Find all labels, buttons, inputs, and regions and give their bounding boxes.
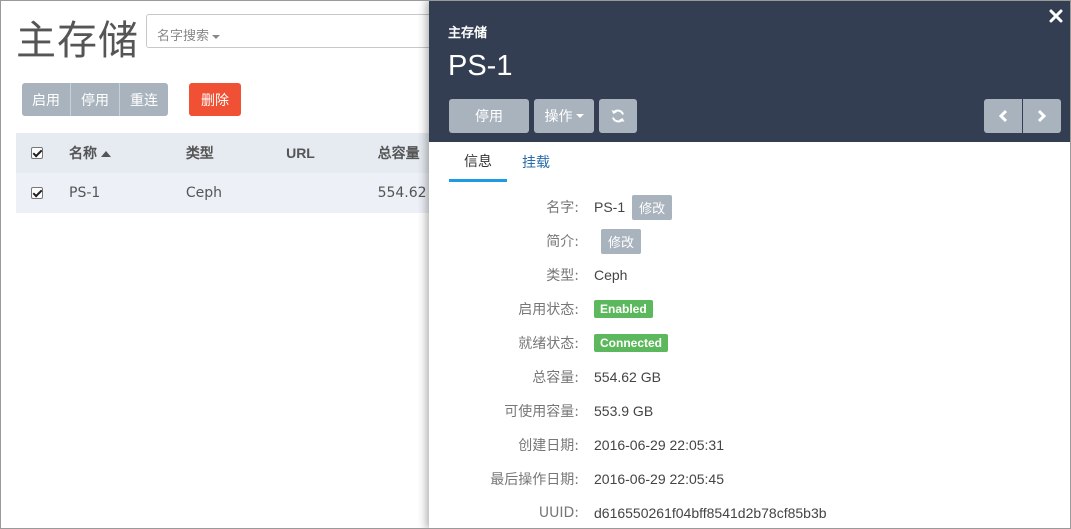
field-value: PS-1 修改 bbox=[594, 194, 673, 220]
edit-description-button[interactable]: 修改 bbox=[601, 228, 642, 254]
column-header-url[interactable]: URL bbox=[286, 145, 378, 161]
field-uuid: UUID: d616550261f04bff8541d2b78cf85b3b bbox=[429, 496, 1071, 529]
operations-dropdown-button[interactable]: 操作 bbox=[534, 99, 594, 133]
operations-label: 操作 bbox=[544, 109, 573, 125]
tab-attachment[interactable]: 挂载 bbox=[507, 142, 565, 182]
field-label: 创建日期: bbox=[518, 438, 579, 454]
field-description: 简介: 修改 bbox=[429, 224, 1071, 258]
field-label: 可使用容量: bbox=[504, 404, 579, 420]
cell-name[interactable]: PS-1 bbox=[69, 185, 186, 201]
field-available-capacity: 可使用容量: 553.9 GB bbox=[429, 394, 1071, 428]
close-icon[interactable] bbox=[1049, 6, 1063, 29]
field-last-op-date: 最后操作日期: 2016-06-29 22:05:45 bbox=[429, 462, 1071, 496]
table-header: 名称 类型 URL 总容量 bbox=[16, 133, 436, 173]
edit-name-button[interactable]: 修改 bbox=[632, 194, 673, 220]
field-state: 启用状态: Enabled bbox=[429, 292, 1071, 326]
page-title: 主存储 bbox=[16, 18, 139, 64]
create-date-value: 2016-06-29 22:05:31 bbox=[594, 437, 724, 453]
detail-panel-header: 主存储 PS-1 停用 操作 bbox=[429, 0, 1071, 142]
next-button[interactable] bbox=[1023, 99, 1061, 133]
column-header-name[interactable]: 名称 bbox=[69, 143, 186, 163]
field-value: Connected bbox=[594, 334, 669, 352]
previous-button[interactable] bbox=[984, 99, 1022, 133]
field-label: 类型: bbox=[546, 268, 579, 284]
field-type: 类型: Ceph bbox=[429, 258, 1071, 292]
primary-storage-table: 名称 类型 URL 总容量 PS-1 Ceph 554.62 GB bbox=[16, 133, 436, 213]
last-op-date-value: 2016-06-29 22:05:45 bbox=[594, 471, 724, 487]
field-name: 名字: PS-1 修改 bbox=[429, 190, 1071, 224]
select-all-checkbox[interactable] bbox=[31, 147, 43, 159]
panel-title: PS-1 bbox=[448, 50, 513, 82]
caret-down-icon bbox=[212, 34, 221, 39]
delete-button[interactable]: 删除 bbox=[189, 83, 241, 116]
field-label: 启用状态: bbox=[518, 302, 579, 318]
reconnect-button[interactable]: 重连 bbox=[120, 83, 168, 116]
field-label: UUID: bbox=[538, 505, 579, 521]
chevron-left-icon bbox=[998, 109, 1008, 123]
column-header-type[interactable]: 类型 bbox=[186, 143, 286, 163]
refresh-icon bbox=[611, 109, 625, 123]
field-label: 总容量: bbox=[532, 370, 579, 386]
refresh-button[interactable] bbox=[599, 99, 637, 133]
action-button-group: 启用 停用 重连 bbox=[22, 83, 168, 116]
state-badge: Enabled bbox=[594, 300, 653, 318]
field-status: 就绪状态: Connected bbox=[429, 326, 1071, 360]
field-label: 最后操作日期: bbox=[490, 472, 579, 488]
disable-button[interactable]: 停用 bbox=[71, 83, 120, 116]
row-checkbox[interactable] bbox=[31, 187, 43, 199]
search-filter-label: 名字搜索 bbox=[157, 28, 210, 43]
field-create-date: 创建日期: 2016-06-29 22:05:31 bbox=[429, 428, 1071, 462]
table-row[interactable]: PS-1 Ceph 554.62 GB bbox=[16, 173, 436, 213]
type-value: Ceph bbox=[594, 267, 628, 283]
panel-disable-button[interactable]: 停用 bbox=[449, 99, 529, 133]
cell-total: 554.62 GB bbox=[377, 185, 436, 201]
panel-subtitle: 主存储 bbox=[448, 26, 488, 41]
available-capacity-value: 553.9 GB bbox=[594, 403, 654, 419]
field-label: 简介: bbox=[546, 234, 579, 250]
search-filter-dropdown[interactable]: 名字搜索 bbox=[157, 25, 221, 44]
field-label: 就绪状态: bbox=[518, 336, 579, 352]
caret-down-icon bbox=[575, 114, 584, 118]
status-badge: Connected bbox=[594, 334, 669, 352]
name-value: PS-1 bbox=[594, 199, 626, 215]
total-capacity-value: 554.62 GB bbox=[594, 369, 661, 385]
tab-info[interactable]: 信息 bbox=[449, 142, 507, 182]
column-name-label: 名称 bbox=[69, 146, 97, 162]
sort-asc-icon bbox=[101, 151, 111, 157]
field-label: 名字: bbox=[546, 200, 579, 216]
cell-type: Ceph bbox=[185, 185, 222, 201]
detail-tabs: 信息 挂载 bbox=[449, 142, 565, 182]
search-input[interactable]: 名字搜索 bbox=[146, 14, 446, 48]
detail-panel: 主存储 PS-1 停用 操作 信息 挂载 名字: PS-1 修改 简介: 修改 类… bbox=[429, 0, 1071, 529]
field-total-capacity: 总容量: 554.62 GB bbox=[429, 360, 1071, 394]
uuid-value: d616550261f04bff8541d2b78cf85b3b bbox=[594, 505, 827, 521]
field-value: Enabled bbox=[594, 300, 653, 318]
column-header-total[interactable]: 总容量 bbox=[378, 143, 436, 163]
field-value: 修改 bbox=[594, 228, 642, 254]
chevron-right-icon bbox=[1037, 109, 1047, 123]
enable-button[interactable]: 启用 bbox=[22, 83, 71, 116]
